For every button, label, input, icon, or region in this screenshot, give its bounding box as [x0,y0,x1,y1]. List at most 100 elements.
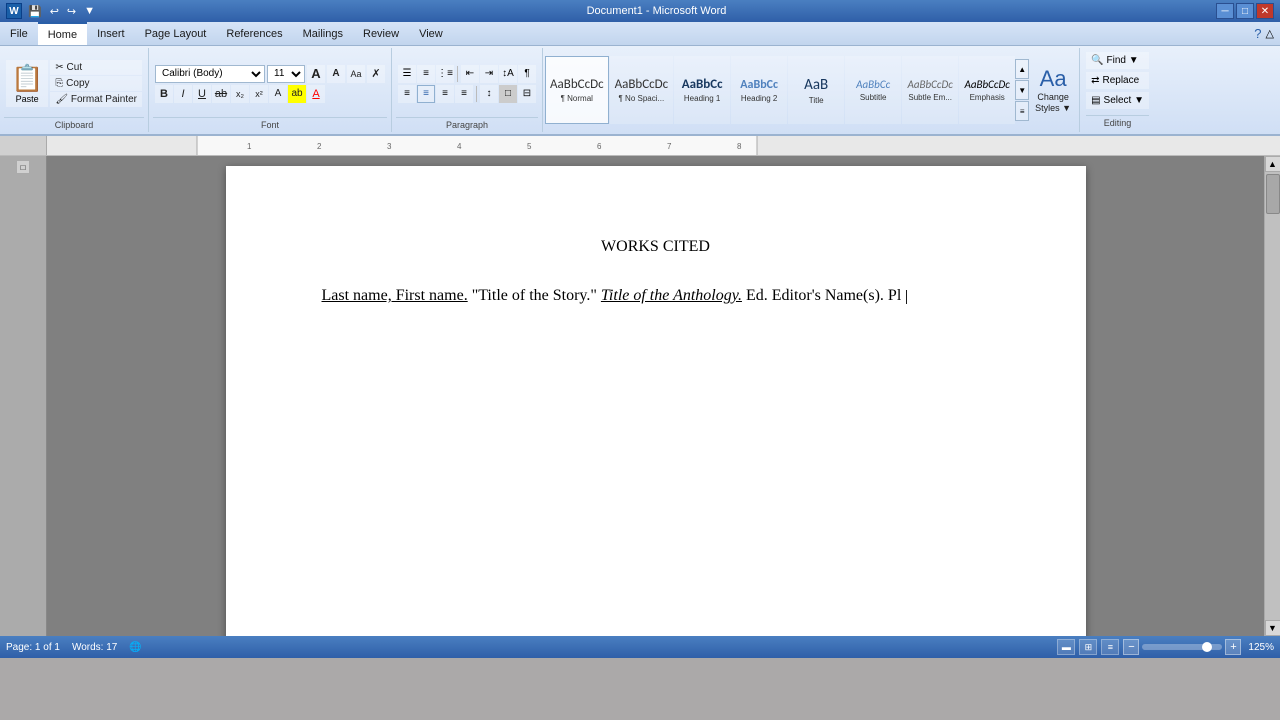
replace-button[interactable]: ⇄ Replace [1086,72,1149,89]
para-row1: ☰ ≡ ⋮≡ ⇤ ⇥ ↕A ¶ [398,65,536,83]
style-emphasis-label: Emphasis [970,93,1005,102]
gallery-expand[interactable]: ≡ [1015,101,1029,121]
menu-view[interactable]: View [409,22,453,45]
cut-button[interactable]: ✂ Cut [50,60,142,75]
line-spacing-button[interactable]: ↕ [480,85,498,103]
style-no-spacing[interactable]: AaBbCcDc ¶ No Spaci... [610,56,674,124]
menu-page-layout[interactable]: Page Layout [135,22,217,45]
zoom-slider[interactable] [1142,644,1222,650]
style-title[interactable]: AaB Title [788,56,844,124]
text-cursor [906,290,907,304]
help-icon[interactable]: ? [1254,26,1261,41]
web-layout-button[interactable]: ≡ [1101,639,1119,655]
scroll-up-button[interactable]: ▲ [1265,156,1280,172]
bold-button[interactable]: B [155,85,173,103]
para-row2: ≡ ≡ ≡ ≡ ↕ □ ⊟ [398,85,536,103]
italic-button[interactable]: I [174,85,192,103]
strikethrough-button[interactable]: ab [212,85,230,103]
menu-review[interactable]: Review [353,22,409,45]
ribbon: 📋 Paste ✂ Cut ⎘ Copy 🖌 Format Painter Cl… [0,46,1280,136]
quick-more[interactable]: ▼ [82,5,97,17]
title-bar: W 💾 ↩ ↪ ▼ Document1 - Microsoft Word ─ □… [0,0,1280,22]
change-styles-button[interactable]: Aa ChangeStyles ▼ [1029,50,1077,130]
increase-indent-button[interactable]: ⇥ [480,65,498,83]
svg-text:2: 2 [317,142,322,151]
font-grow-button[interactable]: A [307,65,325,83]
decrease-indent-button[interactable]: ⇤ [461,65,479,83]
close-button[interactable]: ✕ [1256,3,1274,19]
subscript-button[interactable]: x₂ [231,85,249,103]
highlight-color-button[interactable]: ab [288,85,306,103]
document-title: WORKS CITED [322,238,990,256]
menu-mailings[interactable]: Mailings [293,22,353,45]
font-row1: Calibri (Body) 11 A A Aa ✗ [155,65,385,83]
justify-button[interactable]: ≡ [455,85,473,103]
font-shrink-button[interactable]: A [327,65,345,83]
copy-button[interactable]: ⎘ Copy [50,76,142,91]
style-emphasis[interactable]: AaBbCcDc Emphasis [959,56,1015,124]
style-subtle-em[interactable]: AaBbCcDc Subtle Em... [902,56,958,124]
borders-button[interactable]: ⊟ [518,85,536,103]
quick-redo[interactable]: ↪ [65,5,78,18]
shading-button[interactable]: □ [499,85,517,103]
status-left: Page: 1 of 1 Words: 17 🌐 [6,642,142,653]
clipboard-main: 📋 Paste ✂ Cut ⎘ Copy 🖌 Format Painter [6,60,142,107]
font-name-select[interactable]: Calibri (Body) [155,65,265,83]
clipboard-small-buttons: ✂ Cut ⎘ Copy 🖌 Format Painter [50,60,142,107]
zoom-in-button[interactable]: + [1225,639,1241,655]
align-center-button[interactable]: ≡ [417,85,435,103]
change-styles-label: ChangeStyles ▼ [1035,92,1071,114]
show-hide-button[interactable]: ¶ [518,65,536,83]
quick-undo[interactable]: ↩ [48,5,61,18]
superscript-button[interactable]: x² [250,85,268,103]
minimize-button[interactable]: ─ [1216,3,1234,19]
style-subtitle[interactable]: AaBbCc Subtitle [845,56,901,124]
select-button[interactable]: ▤ Select ▼ [1086,92,1149,109]
menu-insert[interactable]: Insert [87,22,135,45]
print-layout-button[interactable]: ▬ [1057,639,1075,655]
menu-references[interactable]: References [216,22,292,45]
style-normal-preview: AaBbCcDc [550,77,604,92]
ruler: 1 2 3 4 5 6 7 8 [47,136,1280,155]
multilevel-button[interactable]: ⋮≡ [436,65,454,83]
paragraph-controls: ☰ ≡ ⋮≡ ⇤ ⇥ ↕A ¶ ≡ ≡ ≡ ≡ ↕ □ ⊟ [396,50,538,117]
style-title-preview: AaB [804,76,828,94]
style-heading2[interactable]: AaBbCc Heading 2 [731,56,787,124]
style-heading1[interactable]: AaBbCc Heading 1 [674,56,730,124]
quick-save[interactable]: 💾 [26,5,44,18]
scroll-thumb[interactable] [1266,174,1280,214]
paste-button[interactable]: 📋 Paste [6,60,48,107]
scroll-down-button[interactable]: ▼ [1265,620,1280,636]
document-scroll[interactable]: WORKS CITED Last name, First name. "Titl… [47,156,1264,636]
gallery-scroll-down[interactable]: ▼ [1015,80,1029,100]
bullets-button[interactable]: ☰ [398,65,416,83]
full-screen-button[interactable]: ⊞ [1079,639,1097,655]
clipboard-controls: 📋 Paste ✂ Cut ⎘ Copy 🖌 Format Painter [4,50,144,117]
zoom-thumb[interactable] [1202,642,1212,652]
style-heading1-preview: AaBbCc [682,77,723,92]
change-case-button[interactable]: Aa [347,65,365,83]
sidebar-button[interactable]: □ [16,160,30,174]
font-color-button[interactable]: A [307,85,325,103]
menu-home[interactable]: Home [38,22,87,45]
align-right-button[interactable]: ≡ [436,85,454,103]
sort-button[interactable]: ↕A [499,65,517,83]
language-icon[interactable]: 🌐 [129,642,141,653]
zoom-out-button[interactable]: − [1123,639,1139,655]
align-left-button[interactable]: ≡ [398,85,416,103]
collapse-ribbon-icon[interactable]: △ [1266,27,1274,40]
underline-button[interactable]: U [193,85,211,103]
page-count: Page: 1 of 1 [6,642,60,653]
text-effects-button[interactable]: A [269,85,287,103]
style-normal[interactable]: AaBbCcDc ¶ Normal [545,56,609,124]
restore-button[interactable]: □ [1236,3,1254,19]
find-button[interactable]: 🔍 Find ▼ [1086,52,1149,69]
numbering-button[interactable]: ≡ [417,65,435,83]
font-size-select[interactable]: 11 [267,65,305,83]
ribbon-font-group: Calibri (Body) 11 A A Aa ✗ B I U ab x₂ [149,48,392,132]
menu-file[interactable]: File [0,22,38,45]
gallery-scroll-up[interactable]: ▲ [1015,59,1029,79]
zoom-percent: 125% [1248,642,1274,653]
format-painter-button[interactable]: 🖌 Format Painter [50,92,142,107]
clear-formatting-button[interactable]: ✗ [367,65,385,83]
